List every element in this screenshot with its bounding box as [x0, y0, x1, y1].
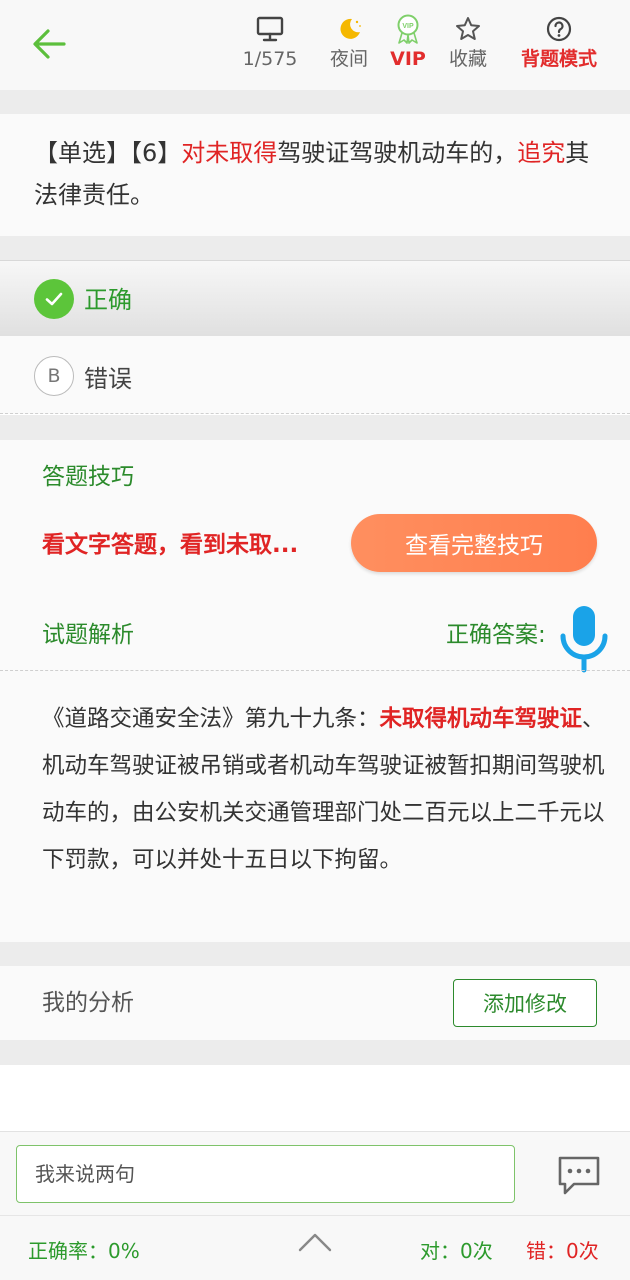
star-icon [456, 17, 480, 40]
my-analysis-label: 我的分析 [42, 990, 134, 1016]
tips-preview: 看文字答题，看到未取... [42, 532, 299, 558]
correct-answer-label: 正确答案: [446, 622, 546, 648]
vip-label: VIP [390, 48, 426, 70]
vip-badge-text: VIP [402, 23, 414, 30]
help-icon [546, 16, 572, 42]
option-correct[interactable]: 正确 [0, 260, 630, 336]
comment-bar: 我来说两句 [0, 1131, 630, 1215]
question-segment: 驾驶证驾驶机动车的， [277, 139, 518, 167]
checkmark-icon [34, 279, 74, 319]
comment-input[interactable]: 我来说两句 [16, 1145, 515, 1203]
favorite-label: 收藏 [448, 48, 487, 70]
monitor-icon [256, 16, 284, 42]
vip-badge-icon: VIP [397, 14, 419, 44]
top-toolbar: 1/575 夜间 VIP VIP 收藏 背题模式 [0, 0, 630, 90]
vip-button[interactable]: VIP VIP [388, 14, 428, 71]
memorize-mode-button[interactable]: 背题模式 [516, 14, 602, 71]
microphone-icon[interactable] [555, 604, 613, 674]
comments-icon[interactable] [556, 1154, 602, 1198]
favorite-button[interactable]: 收藏 [446, 14, 490, 71]
separator [0, 1040, 630, 1065]
stats-bar: 正确率：0% 对：0次 错：0次 [0, 1215, 630, 1280]
progress-label: 1/575 [242, 48, 298, 70]
separator [0, 415, 630, 440]
add-edit-button[interactable]: 添加修改 [453, 979, 597, 1027]
wrong-count: 错：0次 [526, 1239, 599, 1263]
question-text: 【单选】【6】对未取得驾驶证驾驶机动车的，追究其法律责任。 [0, 114, 630, 236]
chevron-up-icon[interactable] [297, 1230, 333, 1254]
progress-button[interactable]: 1/575 [240, 14, 300, 71]
accuracy-rate: 正确率：0% [28, 1239, 140, 1263]
question-type: 【单选】 [34, 139, 130, 167]
night-mode-label: 夜间 [329, 48, 368, 70]
correct-count: 对：0次 [420, 1239, 493, 1263]
analysis-segment: 《道路交通安全法》第九十九条： [42, 706, 380, 732]
analysis-title: 试题解析 [42, 622, 134, 648]
tips-title: 答题技巧 [42, 464, 134, 490]
question-highlight: 对未取得 [181, 139, 278, 167]
option-wrong-label: 错误 [84, 365, 132, 393]
divider [0, 670, 630, 671]
separator [0, 90, 630, 114]
night-mode-button[interactable]: 夜间 [326, 14, 372, 71]
question-highlight: 追究 [517, 139, 566, 167]
analysis-highlight: 未取得机动车驾驶证 [379, 706, 583, 732]
separator [0, 942, 630, 966]
back-arrow-icon[interactable] [28, 22, 72, 66]
explanation-panel: 答题技巧 看文字答题，看到未取... 查看完整技巧 试题解析 正确答案: 《道路… [0, 440, 630, 942]
view-full-tips-button[interactable]: 查看完整技巧 [351, 514, 597, 572]
option-correct-label: 正确 [84, 286, 132, 314]
separator [0, 236, 630, 260]
question-number: 【6】 [130, 139, 182, 167]
moon-icon [340, 18, 361, 39]
option-wrong[interactable]: B 错误 [0, 336, 630, 414]
memorize-mode-label: 背题模式 [520, 48, 597, 70]
analysis-text: 《道路交通安全法》第九十九条：未取得机动车驾驶证、机动车驾驶证被吊销或者机动车驾… [42, 696, 607, 884]
my-analysis-row: 我的分析 添加修改 [0, 966, 630, 1040]
option-letter-badge: B [34, 356, 74, 396]
